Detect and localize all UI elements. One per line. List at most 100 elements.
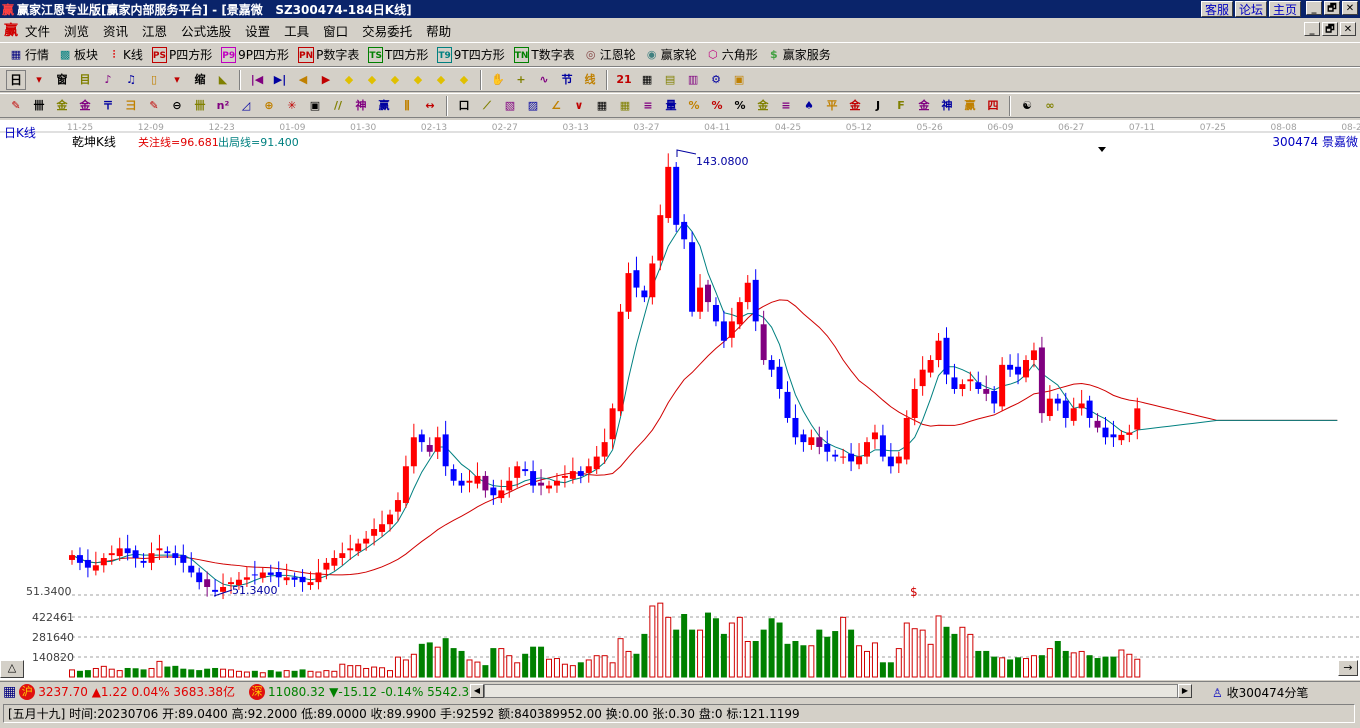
customer-service-link[interactable]: 客服 xyxy=(1200,1,1233,17)
toolbar-button-5[interactable]: PN P数字表 xyxy=(295,45,362,65)
tool-icon[interactable]: 金 xyxy=(845,98,865,114)
scroll-right-button[interactable]: → xyxy=(1338,660,1358,676)
menu-item-5[interactable]: 设置 xyxy=(238,21,277,40)
tool-icon[interactable]: % xyxy=(707,98,727,114)
tool-icon[interactable]: ◆ xyxy=(454,72,474,88)
scroll-right-arrow[interactable]: ▶ xyxy=(1178,684,1192,698)
menu-item-6[interactable]: 工具 xyxy=(277,21,316,40)
tool-icon[interactable]: % xyxy=(730,98,750,114)
chart-canvas[interactable]: 11-25 12-09 12-23 01-09 01-30 02-13 02-27 03-13… xyxy=(0,120,1360,680)
tool-icon[interactable]: J xyxy=(868,98,888,114)
menu-item-3[interactable]: 江恩 xyxy=(135,21,174,40)
scroll-left-button[interactable]: ◀ xyxy=(470,684,484,698)
tool-icon[interactable]: ✋ xyxy=(488,72,508,88)
tool-icon[interactable]: 金 xyxy=(753,98,773,114)
tool-icon[interactable]: 金 xyxy=(914,98,934,114)
menu-item-1[interactable]: 浏览 xyxy=(57,21,96,40)
tool-icon[interactable]: ♫ xyxy=(121,72,141,88)
tool-icon[interactable]: n² xyxy=(213,98,233,114)
toolbar-button-11[interactable]: ⬡ 六角形 xyxy=(703,45,761,65)
restore-button[interactable]: 🗗 xyxy=(1324,1,1340,15)
tool-icon[interactable]: ∠ xyxy=(546,98,566,114)
tool-icon[interactable]: 窗 xyxy=(52,72,72,88)
tool-icon[interactable]: ▤ xyxy=(660,72,680,88)
tool-icon[interactable]: ◿ xyxy=(236,98,256,114)
child-restore-button[interactable]: 🗗 xyxy=(1322,22,1338,36)
tool-icon[interactable]: ⊖ xyxy=(167,98,187,114)
tool-icon[interactable]: |◀ xyxy=(247,72,267,88)
tool-icon[interactable]: ▧ xyxy=(500,98,520,114)
tool-icon[interactable]: // xyxy=(328,98,348,114)
tool-icon[interactable]: 缩 xyxy=(190,72,210,88)
tool-icon[interactable]: ◆ xyxy=(408,72,428,88)
tool-icon[interactable]: ⟋ xyxy=(477,98,497,114)
tool-icon[interactable]: 线 xyxy=(580,72,600,88)
forum-link[interactable]: 论坛 xyxy=(1234,1,1267,17)
tool-icon[interactable]: ◆ xyxy=(431,72,451,88)
toolbar-button-1[interactable]: ▩ 板块 xyxy=(55,45,101,65)
tool-icon[interactable]: 目 xyxy=(75,72,95,88)
tool-icon[interactable]: ◆ xyxy=(362,72,382,88)
child-close-button[interactable]: ✕ xyxy=(1340,22,1356,36)
tool-icon[interactable]: ♠ xyxy=(799,98,819,114)
menu-item-8[interactable]: 交易委托 xyxy=(355,21,419,40)
tool-icon[interactable]: ▣ xyxy=(729,72,749,88)
tool-icon[interactable]: ◆ xyxy=(339,72,359,88)
toolbar-button-3[interactable]: PS P四方形 xyxy=(149,45,215,65)
tool-icon[interactable]: ▶ xyxy=(316,72,336,88)
tool-icon[interactable]: ◣ xyxy=(213,72,233,88)
toolbar-button-12[interactable]: $ 赢家服务 xyxy=(764,45,834,65)
tool-icon[interactable]: 量 xyxy=(661,98,681,114)
tool-icon[interactable]: ▦ xyxy=(637,72,657,88)
tool-icon[interactable]: ✳ xyxy=(282,98,302,114)
tool-icon[interactable]: 口 xyxy=(454,98,474,114)
tool-icon[interactable]: 卌 xyxy=(190,98,210,114)
tool-icon[interactable]: 21 xyxy=(614,72,634,88)
tool-icon[interactable]: F xyxy=(891,98,911,114)
tool-icon[interactable]: ▦ xyxy=(592,98,612,114)
toolbar-button-6[interactable]: TS T四方形 xyxy=(365,45,431,65)
tool-icon[interactable]: 赢 xyxy=(374,98,394,114)
menu-item-9[interactable]: 帮助 xyxy=(419,21,458,40)
menu-item-4[interactable]: 公式选股 xyxy=(174,21,238,40)
collapse-panel-button[interactable]: △ xyxy=(0,660,24,678)
tool-icon[interactable]: ✎ xyxy=(6,98,26,114)
period-select[interactable]: 日 xyxy=(6,69,27,90)
toolbar-button-10[interactable]: ◉ 赢家轮 xyxy=(642,45,700,65)
tool-icon[interactable]: ▦ xyxy=(615,98,635,114)
tool-icon[interactable]: ▾ xyxy=(29,72,49,88)
tool-icon[interactable]: ∨ xyxy=(569,98,589,114)
toolbar-button-8[interactable]: TN T数字表 xyxy=(511,45,578,65)
kline-chart[interactable]: 11-25 12-09 12-23 01-09 01-30 02-13 02-27 03-13… xyxy=(0,120,1360,680)
tool-icon[interactable]: ▥ xyxy=(683,72,703,88)
close-button[interactable]: ✕ xyxy=(1342,1,1358,15)
tool-icon[interactable]: ∞ xyxy=(1040,98,1060,114)
tool-icon[interactable]: + xyxy=(511,72,531,88)
tool-icon[interactable]: ◆ xyxy=(385,72,405,88)
toolbar-button-0[interactable]: ▦ 行情 xyxy=(6,45,52,65)
tool-icon[interactable]: ⚙ xyxy=(706,72,726,88)
tool-icon[interactable]: ↔ xyxy=(420,98,440,114)
tool-icon[interactable]: ∿ xyxy=(534,72,554,88)
tool-icon[interactable]: 神 xyxy=(351,98,371,114)
tool-icon[interactable]: 彐 xyxy=(121,98,141,114)
tool-icon[interactable]: ⫼ xyxy=(397,98,417,114)
horizontal-scrollbar[interactable] xyxy=(484,684,1178,698)
child-minimize-button[interactable]: _ xyxy=(1304,22,1320,36)
toolbar-button-7[interactable]: T9 9T四方形 xyxy=(434,45,507,65)
tool-icon[interactable]: ◀ xyxy=(293,72,313,88)
minimize-button[interactable]: _ xyxy=(1306,1,1322,15)
tool-icon[interactable]: ≡ xyxy=(638,98,658,114)
tool-icon[interactable]: ▾ xyxy=(167,72,187,88)
tool-icon[interactable]: 平 xyxy=(822,98,842,114)
tool-icon[interactable]: ▯ xyxy=(144,72,164,88)
tool-icon[interactable]: 卌 xyxy=(29,98,49,114)
menu-item-0[interactable]: 文件 xyxy=(18,21,57,40)
tool-icon[interactable]: ✎ xyxy=(144,98,164,114)
tick-data-label[interactable]: ♙ 收300474分笔 xyxy=(1212,684,1308,701)
homepage-link[interactable]: 主页 xyxy=(1268,1,1301,17)
tool-icon[interactable]: ▨ xyxy=(523,98,543,114)
toolbar-button-9[interactable]: ◎ 江恩轮 xyxy=(581,45,639,65)
tool-icon[interactable]: ☯ xyxy=(1017,98,1037,114)
menu-item-2[interactable]: 资讯 xyxy=(96,21,135,40)
